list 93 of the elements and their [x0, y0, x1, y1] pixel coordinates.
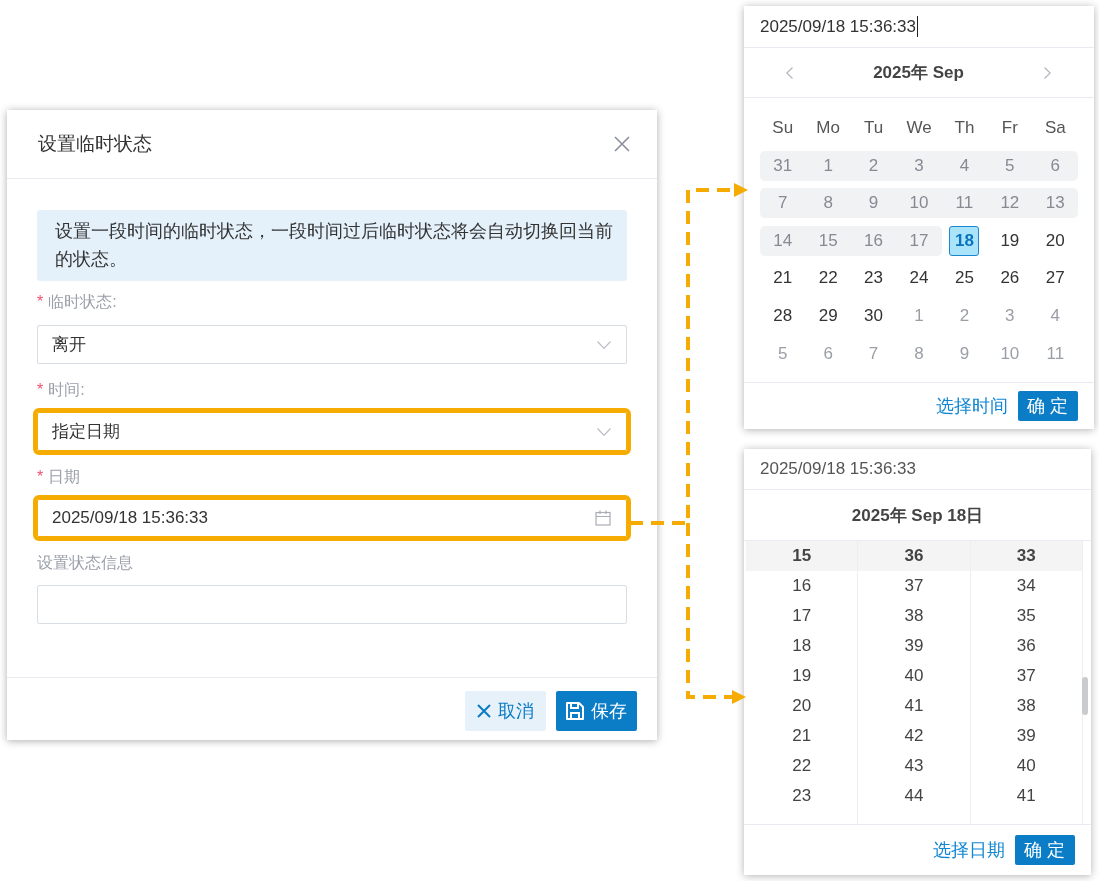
calendar-day[interactable]: 29: [805, 300, 851, 331]
field-label: 日期: [48, 467, 81, 487]
cancel-button[interactable]: 取消: [465, 691, 546, 731]
info-message: 设置一段时间的临时状态，一段时间过后临时状态将会自动切换回当前的状态。: [37, 210, 627, 281]
time-option[interactable]: 16: [746, 571, 858, 601]
time-option[interactable]: 15: [746, 541, 858, 571]
calendar-day[interactable]: 18: [949, 225, 980, 256]
close-icon: [477, 704, 491, 718]
month-title: 2025年 Sep: [873, 62, 964, 84]
select-field[interactable]: 离开: [37, 325, 627, 364]
weekday-label: We: [905, 117, 933, 139]
confirm-button[interactable]: 确 定: [1015, 835, 1075, 865]
time-option[interactable]: 33: [970, 541, 1082, 571]
time-option[interactable]: 41: [858, 691, 970, 721]
time-option[interactable]: 35: [970, 601, 1082, 631]
save-button[interactable]: 保存: [556, 691, 637, 731]
calendar-day[interactable]: 22: [805, 263, 851, 294]
time-option[interactable]: 40: [858, 661, 970, 691]
required-mark: *: [37, 467, 44, 487]
time-option[interactable]: 38: [970, 691, 1082, 721]
calendar-day[interactable]: 24: [896, 263, 942, 294]
field-label: 时间:: [48, 380, 85, 400]
calendar-day: 12: [987, 188, 1033, 219]
date-time-input[interactable]: 2025/09/18 15:36:33: [744, 6, 1094, 48]
calendar-day: 13: [1032, 188, 1078, 219]
weekday-label: Mo: [815, 117, 841, 139]
weekday-label: Fr: [1000, 117, 1019, 139]
time-option[interactable]: 43: [858, 751, 970, 781]
calendar-day: 5: [987, 150, 1033, 181]
time-option[interactable]: 21: [746, 721, 858, 751]
calendar-day: 10: [896, 188, 942, 219]
calendar-day: 6: [1032, 150, 1078, 181]
chevron-right-icon[interactable]: [1044, 66, 1051, 79]
chevron-left-icon[interactable]: [786, 66, 793, 79]
time-option[interactable]: 23: [746, 781, 858, 811]
mode-switch-link[interactable]: 选择时间: [936, 393, 1008, 418]
time-option[interactable]: 37: [970, 661, 1082, 691]
calendar-day: 15: [805, 225, 851, 256]
time-option[interactable]: 41: [970, 781, 1082, 811]
time-option[interactable]: 40: [970, 751, 1082, 781]
weekday-label: Su: [771, 117, 795, 139]
time-option[interactable]: 36: [970, 631, 1082, 661]
chevron-down-icon: [597, 427, 611, 436]
calendar-day[interactable]: 30: [850, 300, 897, 331]
calendar-day: 8: [805, 188, 851, 219]
date-time-input[interactable]: 2025/09/18 15:36:33: [744, 449, 1091, 490]
dialog-title: 设置临时状态: [38, 132, 152, 156]
text-input-field[interactable]: [37, 585, 627, 624]
calendar-day[interactable]: 21: [760, 263, 806, 294]
calendar-day: 11: [941, 188, 988, 219]
time-option[interactable]: 20: [746, 691, 858, 721]
calendar-day: 14: [760, 225, 806, 256]
weekday-label: Sa: [1043, 117, 1067, 139]
calendar-day: 4: [941, 150, 988, 181]
calendar-icon: [595, 510, 611, 526]
calendar-day: 2: [850, 150, 897, 181]
time-option[interactable]: 17: [746, 601, 858, 631]
time-option[interactable]: 39: [858, 631, 970, 661]
calendar-day: 31: [760, 150, 806, 181]
calendar-day[interactable]: 26: [987, 263, 1033, 294]
time-option[interactable]: 22: [746, 751, 858, 781]
time-option[interactable]: 19: [746, 661, 858, 691]
time-option[interactable]: 34: [970, 571, 1082, 601]
required-mark: *: [37, 380, 44, 400]
time-option[interactable]: 37: [858, 571, 970, 601]
calendar-day[interactable]: 20: [1032, 225, 1078, 256]
chevron-down-icon: [597, 340, 611, 349]
calendar-day: 3: [896, 150, 942, 181]
time-option[interactable]: 39: [970, 721, 1082, 751]
calendar-day: 7: [760, 188, 806, 219]
scrollbar-thumb[interactable]: [1082, 677, 1088, 715]
calendar-day: 1: [805, 150, 851, 181]
calendar-day: 9: [850, 188, 897, 219]
calendar-day: 17: [896, 225, 942, 256]
time-option[interactable]: 44: [858, 781, 970, 811]
confirm-button[interactable]: 确 定: [1018, 390, 1078, 421]
time-option[interactable]: 18: [746, 631, 858, 661]
field-label: 临时状态:: [48, 292, 117, 312]
weekday-label: Th: [953, 117, 976, 139]
calendar-day[interactable]: 27: [1032, 263, 1078, 294]
weekday-label: Tu: [862, 117, 885, 139]
close-icon[interactable]: [614, 136, 630, 152]
calendar-day: 16: [850, 225, 897, 256]
calendar-day[interactable]: 19: [987, 225, 1033, 256]
mode-switch-link[interactable]: 选择日期: [933, 838, 1005, 862]
calendar-day[interactable]: 25: [941, 263, 988, 294]
required-mark: *: [37, 292, 44, 312]
field-label: 设置状态信息: [37, 553, 133, 573]
time-option[interactable]: 38: [858, 601, 970, 631]
time-option[interactable]: 42: [858, 721, 970, 751]
calendar-day[interactable]: 28: [760, 300, 806, 331]
time-option[interactable]: 36: [858, 541, 970, 571]
calendar-day[interactable]: 23: [850, 263, 897, 294]
